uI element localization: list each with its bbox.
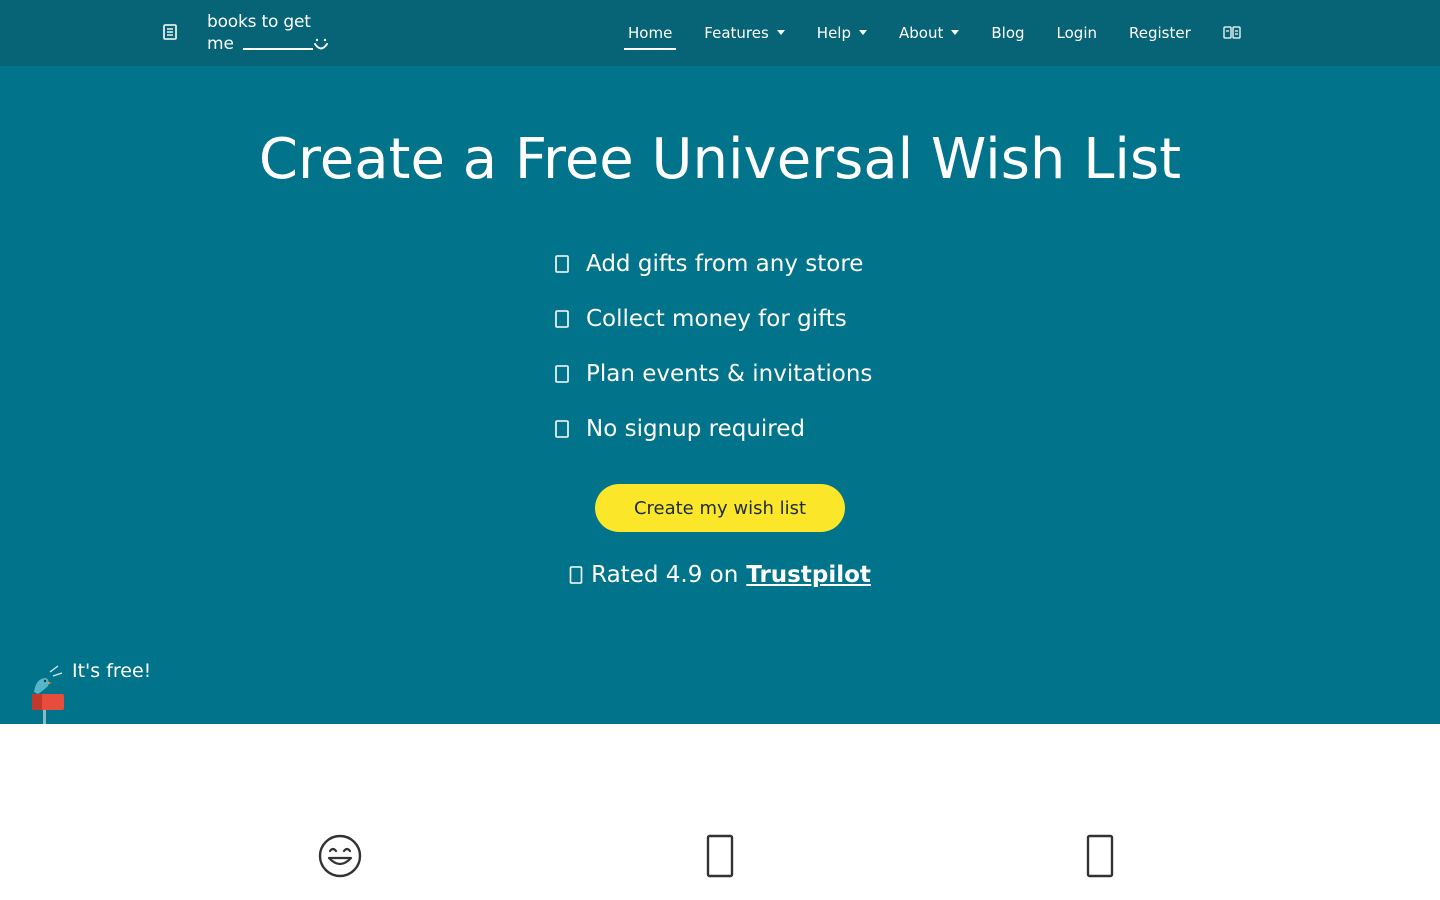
- calendar-icon: [554, 362, 586, 386]
- navbar: books to get me Home Features Help About…: [0, 0, 1440, 66]
- nav-menu: Home Features Help About Blog Login Regi…: [612, 0, 1257, 66]
- hero-title: Create a Free Universal Wish List: [258, 127, 1182, 192]
- money-icon: [554, 307, 586, 331]
- gift-icon: [554, 252, 586, 276]
- trustpilot-link[interactable]: Trustpilot: [746, 562, 871, 588]
- nav-help-label: Help: [816, 24, 851, 42]
- feature-item: Add gifts from any store: [554, 236, 974, 291]
- caret-down-icon: [859, 29, 867, 35]
- nav-features-dropdown[interactable]: Features: [688, 0, 801, 66]
- nav-login[interactable]: Login: [1041, 0, 1113, 66]
- bird-mailbox-icon: [32, 665, 64, 724]
- caret-down-icon: [776, 29, 785, 35]
- nav-help-dropdown[interactable]: Help: [801, 0, 883, 66]
- list-icon: [690, 826, 750, 886]
- list-icon[interactable]: [160, 20, 180, 44]
- nav-register[interactable]: Register: [1113, 0, 1207, 66]
- brand-line2: me: [207, 34, 235, 54]
- feature-text: Collect money for gifts: [586, 305, 847, 332]
- feature-text: Add gifts from any store: [586, 250, 864, 277]
- brand-blank-line: [243, 48, 313, 50]
- nav-about-dropdown[interactable]: About: [883, 0, 975, 66]
- feature-item: No signup required: [554, 401, 974, 456]
- nav-login-label: Login: [1056, 24, 1097, 42]
- nav-register-label: Register: [1129, 24, 1191, 42]
- rating-line: Rated 4.9 on Trustpilot: [0, 562, 1440, 588]
- feature-list: Add gifts from any store Collect money f…: [554, 236, 974, 456]
- feature-text: Plan events & invitations: [586, 360, 873, 387]
- brand-line1: books to get: [207, 12, 311, 32]
- nav-features-label: Features: [704, 24, 769, 42]
- nav-home[interactable]: Home: [612, 0, 688, 66]
- free-badge-text: It's free!: [72, 660, 152, 682]
- feature-item: Plan events & invitations: [554, 346, 974, 401]
- feature-item: Collect money for gifts: [554, 291, 974, 346]
- star-icon: [569, 565, 583, 585]
- free-badge: It's free!: [28, 660, 188, 724]
- smile-icon: [310, 826, 370, 886]
- caret-down-icon: [951, 29, 960, 35]
- nav-blog[interactable]: Blog: [975, 0, 1040, 66]
- create-wish-list-button[interactable]: Create my wish list: [595, 484, 845, 532]
- phone-icon: [1070, 826, 1130, 886]
- nav-about-label: About: [899, 24, 944, 42]
- rating-text: Rated 4.9 on: [591, 562, 739, 588]
- check-icon: [554, 417, 586, 441]
- brand-logo[interactable]: books to get me: [207, 12, 337, 56]
- hero-section: Create a Free Universal Wish List Add gi…: [0, 66, 1440, 724]
- translate-icon[interactable]: [1207, 0, 1257, 66]
- smile-logo-icon: [314, 38, 328, 50]
- nav-blog-label: Blog: [991, 24, 1025, 42]
- nav-home-label: Home: [628, 24, 673, 42]
- feature-text: No signup required: [586, 415, 805, 442]
